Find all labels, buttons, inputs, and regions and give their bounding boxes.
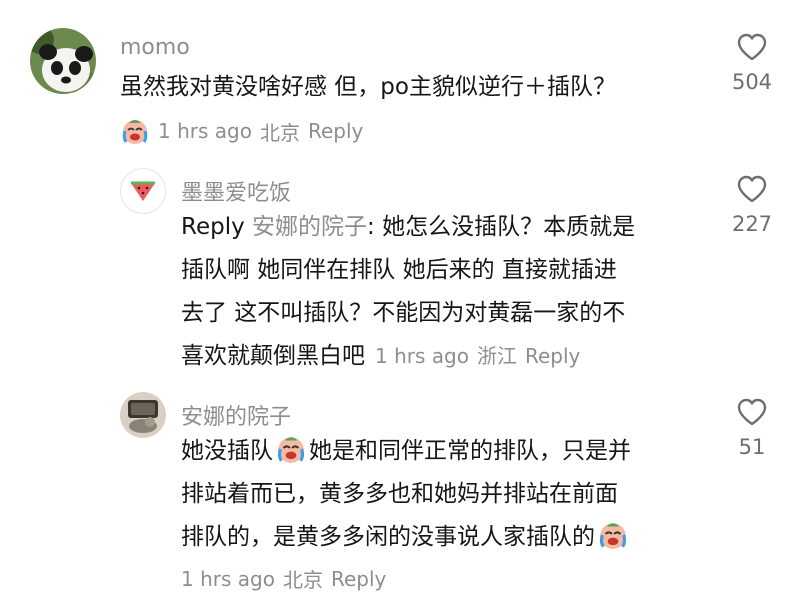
- like-button[interactable]: 51: [722, 397, 782, 459]
- comment-text-line: : 她怎么没插队？本质就是: [367, 214, 636, 240]
- mention-link[interactable]: 安娜的院子: [252, 214, 367, 240]
- comment-text-line: 她没插队 她是和同伴正常的排队，只是并: [181, 432, 631, 470]
- reply-prefix: Reply: [181, 214, 245, 240]
- avatar-momo-eats[interactable]: [120, 168, 166, 214]
- cat-photo-avatar-icon: [120, 392, 166, 438]
- avatar-momo[interactable]: [30, 28, 96, 94]
- comment-time: 1 hrs ago: [158, 119, 252, 143]
- heart-icon: [737, 33, 767, 61]
- comment-text: 虽然我对黄没啥好感 但，po主貌似逆行＋插队？: [120, 74, 616, 100]
- comment-meta: 1 hrs ago 浙江 Reply: [375, 337, 580, 375]
- like-count: 51: [738, 435, 766, 459]
- reply-button[interactable]: Reply: [331, 567, 386, 591]
- crying-laughing-face-icon: [277, 437, 305, 463]
- comment-time: 1 hrs ago: [375, 344, 469, 368]
- like-button[interactable]: 227: [722, 174, 782, 236]
- crying-laughing-face-icon: [122, 120, 148, 144]
- comment-text-segment: 排队的，是黄多多闲的没事说人家插队的: [181, 524, 595, 550]
- like-count: 504: [731, 70, 773, 94]
- crying-laughing-face-icon: [599, 523, 627, 549]
- heart-icon: [737, 398, 767, 426]
- comment-meta: 1 hrs ago 北京 Reply: [181, 564, 386, 593]
- comment-text-segment: 她是和同伴正常的排队，只是并: [309, 438, 631, 464]
- comment-location: 北京: [282, 568, 323, 592]
- comment-text-line: 喜欢就颠倒黑白吧: [181, 343, 365, 369]
- comment-text-line: 去了 这不叫插队？不能因为对黄磊一家的不: [181, 300, 626, 326]
- like-count: 227: [731, 212, 773, 236]
- comment-meta: 1 hrs ago 北京 Reply: [120, 116, 363, 146]
- reply-button[interactable]: Reply: [308, 119, 363, 143]
- watermelon-avatar-icon: [131, 181, 155, 201]
- comment-location: 北京: [259, 120, 300, 145]
- panda-avatar-icon: [30, 28, 96, 94]
- comment-username[interactable]: momo: [120, 35, 190, 60]
- comment-location: 浙江: [476, 344, 517, 368]
- heart-icon: [737, 175, 767, 203]
- comment-text-line: 排站着而已，黄多多也和她妈并排站在前面: [181, 481, 618, 507]
- comment-username[interactable]: 安娜的院子: [181, 399, 291, 431]
- comment-text-line: 插队啊 她同伴在排队 她后来的 直接就插进: [181, 257, 617, 283]
- like-button[interactable]: 504: [722, 32, 782, 94]
- comment-time: 1 hrs ago: [181, 566, 275, 591]
- reply-button[interactable]: Reply: [525, 337, 580, 375]
- comment-username[interactable]: 墨墨爱吃饭: [181, 175, 291, 207]
- comment-text-last-line: 喜欢就颠倒黑白吧 1 hrs ago 浙江 Reply: [181, 337, 580, 375]
- avatar-anna-yard[interactable]: [120, 392, 166, 438]
- comment-text-line: 排队的，是黄多多闲的没事说人家插队的: [181, 518, 631, 556]
- comment-text: Reply 安娜的院子: 她怎么没插队？本质就是: [181, 208, 635, 246]
- comment-text-segment: 她没插队: [181, 438, 273, 464]
